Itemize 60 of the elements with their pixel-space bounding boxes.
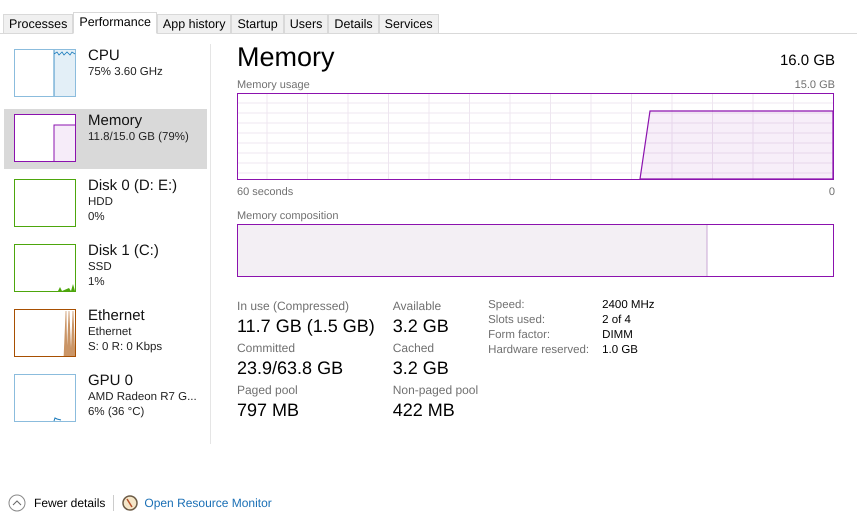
- stat-value: 3.2 GB: [392, 316, 450, 337]
- resource-monitor-link[interactable]: Open Resource Monitor: [122, 495, 272, 511]
- detail-value: 2400 MHz: [602, 299, 655, 311]
- stat-value: 3.2 GB: [392, 358, 450, 379]
- tab[interactable]: Startup: [231, 14, 284, 33]
- chart-max: 15.0 GB: [794, 79, 835, 91]
- detail-value: DIMM: [602, 329, 634, 341]
- item-title: GPU 0: [88, 372, 134, 390]
- item-detail: 1%: [88, 275, 106, 290]
- item-title: Memory: [88, 112, 144, 130]
- item-title: Disk 1 (C:): [88, 242, 159, 260]
- item-detail: HDD: [88, 195, 114, 210]
- detail-label: Speed:: [488, 299, 526, 311]
- detail-value: 2 of 4: [602, 314, 632, 326]
- stat-label: Paged pool: [237, 383, 299, 397]
- item-detail: S: 0 R: 0 Kbps: [88, 340, 162, 355]
- stat-value: 422 MB: [392, 400, 456, 421]
- item-detail: AMD Radeon R7 G...: [88, 390, 197, 405]
- item-title: Ethernet: [88, 307, 146, 325]
- gauge-icon: [122, 495, 138, 511]
- stat-value: 23.9/63.8 GB: [237, 358, 344, 379]
- sidebar-item[interactable]: CPU 75% 3.60 GHz: [4, 44, 207, 104]
- stat-label: In use (Compressed): [237, 299, 350, 313]
- item-detail: 11.8/15.0 GB (79%): [88, 130, 189, 145]
- stat-value: 797 MB: [237, 400, 300, 421]
- stat-label: Available: [392, 299, 442, 313]
- item-detail: 75% 3.60 GHz: [88, 65, 163, 80]
- tab[interactable]: Users: [284, 14, 328, 33]
- chart-label: Memory composition: [237, 210, 338, 222]
- sidebar-item[interactable]: GPU 0 AMD Radeon R7 G... 6% (36 °C): [4, 369, 207, 429]
- tab[interactable]: App history: [156, 14, 232, 33]
- axis-label: 60 seconds: [237, 186, 294, 198]
- detail-label: Form factor:: [488, 329, 552, 341]
- stat-value: 11.7 GB (1.5 GB): [237, 316, 375, 337]
- sidebar-item[interactable]: Memory 11.8/15.0 GB (79%): [4, 109, 207, 169]
- chart-label: Memory usage: [237, 79, 310, 91]
- total-memory: 16.0 GB: [780, 52, 835, 69]
- item-detail: SSD: [88, 260, 113, 275]
- item-title: CPU: [88, 47, 121, 65]
- detail-value: 1.0 GB: [602, 344, 639, 356]
- sidebar-item[interactable]: Disk 1 (C:) SSD 1%: [4, 239, 207, 299]
- tab[interactable]: Details: [328, 14, 379, 33]
- stat-label: Non-paged pool: [392, 383, 478, 397]
- panel-title: Memory: [237, 42, 335, 73]
- axis-label: 0: [828, 186, 835, 198]
- tab[interactable]: Performance: [73, 12, 157, 34]
- tab[interactable]: Services: [378, 14, 439, 33]
- detail-label: Slots used:: [488, 314, 546, 326]
- detail-label: Hardware reserved:: [488, 344, 590, 356]
- sidebar-item[interactable]: Ethernet Ethernet S: 0 R: 0 Kbps: [4, 304, 207, 364]
- item-title: Disk 0 (D: E:): [88, 177, 178, 195]
- chevron-up-icon: [8, 494, 26, 512]
- item-detail: 6% (36 °C): [88, 405, 146, 420]
- stat-label: Committed: [237, 341, 296, 355]
- sidebar-item[interactable]: Disk 0 (D: E:) HDD 0%: [4, 174, 207, 234]
- stat-label: Cached: [392, 341, 436, 355]
- item-detail: Ethernet: [88, 325, 132, 340]
- fewer-details-button[interactable]: Fewer details: [8, 494, 106, 512]
- tab[interactable]: Processes: [3, 14, 74, 33]
- item-detail: 0%: [88, 210, 106, 225]
